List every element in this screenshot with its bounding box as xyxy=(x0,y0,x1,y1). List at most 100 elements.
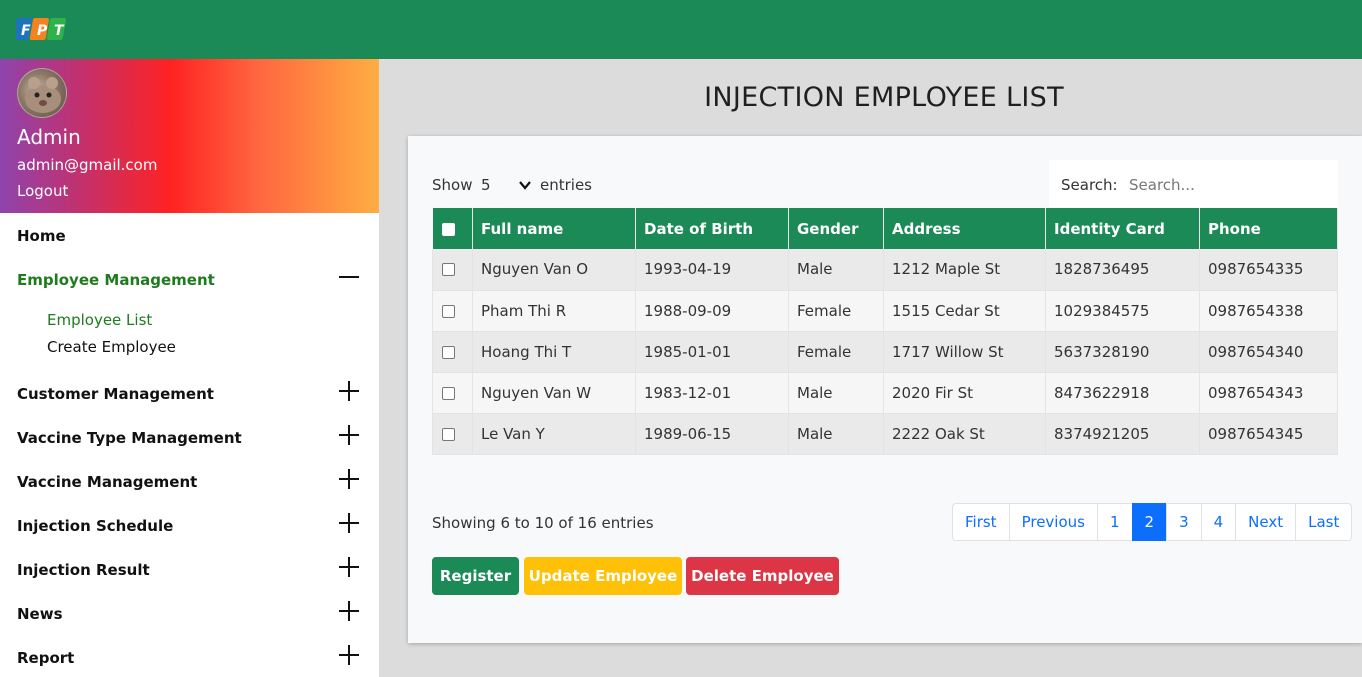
sidebar-item-injection-result[interactable]: Injection Result xyxy=(17,561,150,579)
page-last-button[interactable]: Last xyxy=(1295,503,1353,541)
cell-phone: 0987654340 xyxy=(1199,331,1338,373)
entries-select-value: 5 xyxy=(481,176,491,194)
sidebar-item-report[interactable]: Report xyxy=(17,649,74,667)
page-title: INJECTION EMPLOYEE LIST xyxy=(704,82,1064,113)
table-row[interactable]: Pham Thi R 1988-09-09 Female 1515 Cedar … xyxy=(432,290,1338,332)
row-select-cell xyxy=(432,413,473,455)
cell-date-of-birth: 1985-01-01 xyxy=(635,331,789,373)
row-checkbox[interactable] xyxy=(442,386,455,400)
expand-plus-icon[interactable] xyxy=(338,468,360,490)
page-next-button[interactable]: Next xyxy=(1235,503,1297,541)
table-row[interactable]: Hoang Thi T 1985-01-01 Female 1717 Willo… xyxy=(432,331,1338,373)
cell-full-name: Nguyen Van W xyxy=(472,372,636,414)
expand-plus-icon[interactable] xyxy=(338,644,360,666)
cell-full-name: Hoang Thi T xyxy=(472,331,636,373)
top-bar: F P T xyxy=(0,0,1362,59)
chevron-down-icon xyxy=(519,181,531,190)
entries-label: entries xyxy=(540,176,592,194)
cell-full-name: Le Van Y xyxy=(472,413,636,455)
employee-list-card: Show 5 entries Search: Full name Date of… xyxy=(408,136,1362,643)
page-1-button[interactable]: 1 xyxy=(1096,503,1133,541)
column-header-full-name[interactable]: Full name xyxy=(472,208,636,249)
avatar xyxy=(17,68,67,118)
sidebar-item-vaccine-type-management[interactable]: Vaccine Type Management xyxy=(17,429,242,447)
register-button[interactable]: Register xyxy=(432,557,519,595)
table-header-row: Full name Date of Birth Gender Address I… xyxy=(432,208,1338,249)
search-input[interactable] xyxy=(1123,171,1328,199)
table-row[interactable]: Nguyen Van O 1993-04-19 Male 1212 Maple … xyxy=(432,249,1338,291)
collapse-minus-icon[interactable] xyxy=(338,266,360,288)
svg-text:T: T xyxy=(54,23,65,39)
column-header-gender[interactable]: Gender xyxy=(788,208,884,249)
cell-full-name: Pham Thi R xyxy=(472,290,636,332)
cell-address: 1212 Maple St xyxy=(883,249,1046,291)
logout-link[interactable]: Logout xyxy=(17,182,68,200)
cell-address: 2222 Oak St xyxy=(883,413,1046,455)
cell-identity-card: 8473622918 xyxy=(1045,372,1200,414)
select-all-checkbox[interactable] xyxy=(441,222,455,236)
cell-date-of-birth: 1989-06-15 xyxy=(635,413,789,455)
column-header-address[interactable]: Address xyxy=(883,208,1046,249)
sidebar-subitem-create-employee[interactable]: Create Employee xyxy=(47,338,176,356)
cell-identity-card: 5637328190 xyxy=(1045,331,1200,373)
cell-date-of-birth: 1983-12-01 xyxy=(635,372,789,414)
sidebar: Admin admin@gmail.com Logout Home Employ… xyxy=(0,59,379,677)
row-select-cell xyxy=(432,290,473,332)
search-label: Search: xyxy=(1061,176,1118,194)
cell-gender: Female xyxy=(788,331,884,373)
page-3-button[interactable]: 3 xyxy=(1166,503,1202,541)
row-checkbox[interactable] xyxy=(442,304,455,318)
expand-plus-icon[interactable] xyxy=(338,600,360,622)
row-select-cell xyxy=(432,331,473,373)
profile-name: Admin xyxy=(17,125,81,149)
fpt-logo[interactable]: F P T xyxy=(16,14,68,44)
page-4-button[interactable]: 4 xyxy=(1200,503,1237,541)
table-row[interactable]: Le Van Y 1989-06-15 Male 2222 Oak St 837… xyxy=(432,413,1338,455)
cell-date-of-birth: 1988-09-09 xyxy=(635,290,789,332)
sidebar-item-home[interactable]: Home xyxy=(17,227,66,245)
page-previous-button[interactable]: Previous xyxy=(1008,503,1098,541)
cell-phone: 0987654343 xyxy=(1199,372,1338,414)
cell-full-name: Nguyen Van O xyxy=(472,249,636,291)
update-employee-button[interactable]: Update Employee xyxy=(524,557,682,595)
cell-identity-card: 1828736495 xyxy=(1045,249,1200,291)
column-header-phone[interactable]: Phone xyxy=(1199,208,1338,249)
sidebar-item-injection-schedule[interactable]: Injection Schedule xyxy=(17,517,173,535)
employee-table: Full name Date of Birth Gender Address I… xyxy=(432,208,1338,455)
cell-gender: Male xyxy=(788,249,884,291)
cell-phone: 0987654345 xyxy=(1199,413,1338,455)
sidebar-item-news[interactable]: News xyxy=(17,605,63,623)
row-checkbox[interactable] xyxy=(442,427,455,441)
row-checkbox[interactable] xyxy=(442,263,455,277)
cell-gender: Male xyxy=(788,413,884,455)
expand-plus-icon[interactable] xyxy=(338,512,360,534)
svg-text:P: P xyxy=(37,23,48,39)
entries-select[interactable]: 5 xyxy=(476,170,536,200)
expand-plus-icon[interactable] xyxy=(338,556,360,578)
search-box: Search: xyxy=(1049,160,1338,209)
column-header-date-of-birth[interactable]: Date of Birth xyxy=(635,208,789,249)
cell-phone: 0987654338 xyxy=(1199,290,1338,332)
row-select-cell xyxy=(432,249,473,291)
cell-identity-card: 8374921205 xyxy=(1045,413,1200,455)
page-first-button[interactable]: First xyxy=(952,503,1010,541)
sidebar-subitem-employee-list[interactable]: Employee List xyxy=(47,311,152,329)
profile-panel: Admin admin@gmail.com Logout xyxy=(0,59,379,213)
row-checkbox[interactable] xyxy=(442,345,455,359)
row-select-cell xyxy=(432,372,473,414)
sidebar-item-employee-management[interactable]: Employee Management xyxy=(17,271,215,289)
column-header-identity-card[interactable]: Identity Card xyxy=(1045,208,1200,249)
cell-identity-card: 1029384575 xyxy=(1045,290,1200,332)
cell-phone: 0987654335 xyxy=(1199,249,1338,291)
sidebar-item-customer-management[interactable]: Customer Management xyxy=(17,385,214,403)
cell-address: 1717 Willow St xyxy=(883,331,1046,373)
profile-email: admin@gmail.com xyxy=(17,156,158,174)
expand-plus-icon[interactable] xyxy=(338,424,360,446)
show-label: Show xyxy=(432,176,473,194)
sidebar-item-vaccine-management[interactable]: Vaccine Management xyxy=(17,473,197,491)
delete-employee-button[interactable]: Delete Employee xyxy=(686,557,839,595)
table-row[interactable]: Nguyen Van W 1983-12-01 Male 2020 Fir St… xyxy=(432,372,1338,414)
cell-gender: Male xyxy=(788,372,884,414)
page-2-button[interactable]: 2 xyxy=(1131,503,1168,541)
expand-plus-icon[interactable] xyxy=(338,380,360,402)
